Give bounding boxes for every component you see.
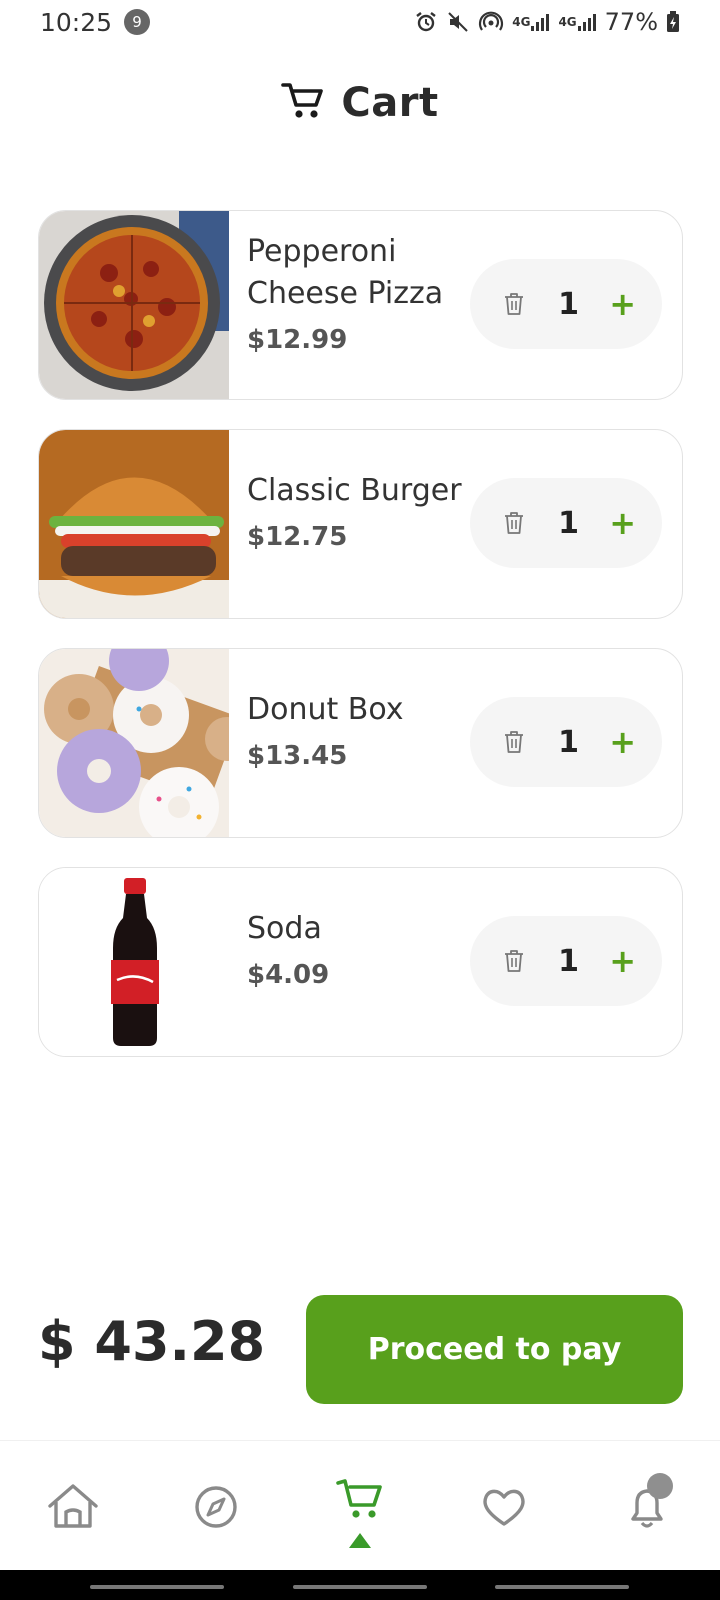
quantity-value: 1 [558,286,580,322]
nav-favorites[interactable] [474,1477,534,1537]
nav-notifications[interactable] [617,1473,677,1537]
item-price: $12.75 [247,522,348,552]
cart-item: Classic Burger $12.75 1 + [38,429,683,619]
trash-icon[interactable] [500,947,528,975]
alarm-icon [414,10,438,34]
page-title: Cart [341,80,439,126]
quantity-stepper: 1 + [470,478,662,568]
system-home-gesture[interactable] [293,1585,427,1589]
status-time: 10:25 [40,7,113,37]
item-info: Donut Box $13.45 [247,689,467,771]
quantity-stepper: 1 + [470,259,662,349]
item-info: Soda $4.09 [247,908,467,990]
quantity-value: 1 [558,943,580,979]
cart-icon [281,81,325,125]
cart-item: Soda $4.09 1 + [38,867,683,1057]
donuts-image [39,649,229,837]
burger-image [39,430,229,618]
mute-icon [446,10,470,34]
cart-item: Donut Box $13.45 1 + [38,648,683,838]
plus-button[interactable]: + [609,288,636,320]
cart-list: Pepperoni Cheese Pizza $12.99 1 + Classi… [38,210,683,1086]
trash-icon[interactable] [500,290,528,318]
quantity-value: 1 [558,724,580,760]
battery-icon [666,11,680,33]
item-name: Classic Burger [247,473,462,508]
quantity-stepper: 1 + [470,697,662,787]
cart-screen: 10:25 9 4G 4G 77% Cart Pepperoni Cheese … [0,0,720,1600]
item-name: Donut Box [247,692,404,727]
plus-button[interactable]: + [609,945,636,977]
heart-icon [483,1489,525,1526]
cart-item: Pepperoni Cheese Pizza $12.99 1 + [38,210,683,400]
item-name: Soda [247,911,322,946]
status-right: 4G 4G 77% [414,8,680,36]
nav-home[interactable] [43,1477,103,1537]
plus-button[interactable]: + [609,726,636,758]
quantity-stepper: 1 + [470,916,662,1006]
signal-2-icon: 4G [558,12,596,32]
proceed-to-pay-button[interactable]: Proceed to pay [306,1295,683,1404]
network-type-1: 4G [512,15,531,29]
system-nav-bar [0,1570,720,1600]
notification-dot [647,1473,673,1499]
cart-icon [336,1479,382,1518]
pizza-image [39,211,229,399]
item-price: $12.99 [247,325,348,355]
battery-percentage: 77% [604,8,658,36]
cart-total: $ 43.28 [38,1310,266,1373]
status-bar: 10:25 9 4G 4G 77% [0,0,720,44]
bottom-nav [0,1440,720,1570]
system-recents-gesture[interactable] [495,1585,629,1589]
item-info: Classic Burger $12.75 [247,470,467,552]
nav-cart[interactable] [330,1469,390,1529]
item-price: $4.09 [247,960,330,990]
hotspot-icon [478,10,504,34]
trash-icon[interactable] [500,728,528,756]
page-header: Cart [0,78,720,128]
plus-button[interactable]: + [609,507,636,539]
nav-explore[interactable] [186,1477,246,1537]
active-tab-indicator [349,1533,371,1548]
item-info: Pepperoni Cheese Pizza $12.99 [247,231,467,355]
system-back-gesture[interactable] [90,1585,224,1589]
signal-1-icon: 4G [512,12,550,32]
compass-icon [195,1486,237,1528]
home-icon [48,1484,98,1528]
notification-count-badge: 9 [124,9,151,35]
item-price: $13.45 [247,741,348,771]
quantity-value: 1 [558,505,580,541]
network-type-2: 4G [558,15,577,29]
item-name: Pepperoni Cheese Pizza [247,234,444,311]
trash-icon[interactable] [500,509,528,537]
status-left: 10:25 9 [40,7,151,37]
soda-bottle-image [39,868,229,1056]
